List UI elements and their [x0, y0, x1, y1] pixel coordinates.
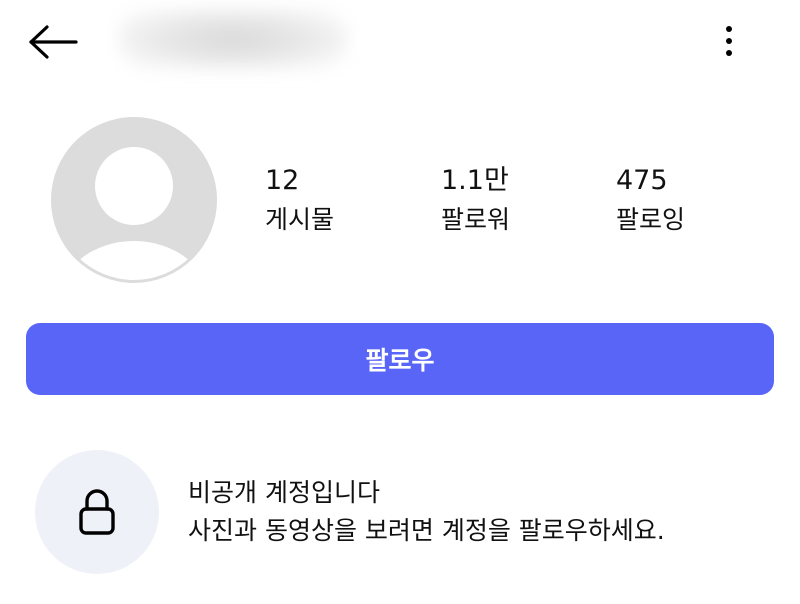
back-button[interactable] — [26, 22, 80, 62]
stat-posts[interactable]: 12 게시물 — [265, 163, 334, 237]
followers-count: 1.1만 — [441, 165, 509, 196]
following-count: 475 — [616, 165, 668, 196]
lock-icon — [79, 489, 115, 535]
more-vertical-icon — [726, 26, 732, 32]
arrow-left-icon — [29, 25, 78, 59]
more-options-button[interactable] — [712, 18, 746, 64]
stat-followers[interactable]: 1.1만 팔로워 — [441, 163, 510, 237]
profile-page: 12 게시물 1.1만 팔로워 475 팔로잉 팔로우 비공개 계정입니다 사진… — [0, 0, 800, 604]
private-account-description: 사진과 동영상을 보려면 계정을 팔로우하세요. — [188, 516, 665, 545]
followers-label: 팔로워 — [441, 205, 511, 234]
avatar[interactable] — [51, 117, 217, 283]
following-label: 팔로잉 — [616, 205, 686, 234]
follow-button[interactable]: 팔로우 — [26, 323, 774, 395]
posts-label: 게시물 — [265, 205, 335, 234]
username-blurred — [118, 8, 348, 70]
posts-count: 12 — [265, 165, 300, 196]
private-account-title: 비공개 계정입니다 — [188, 478, 380, 507]
stat-following[interactable]: 475 팔로잉 — [616, 163, 685, 237]
lock-badge — [35, 450, 159, 574]
